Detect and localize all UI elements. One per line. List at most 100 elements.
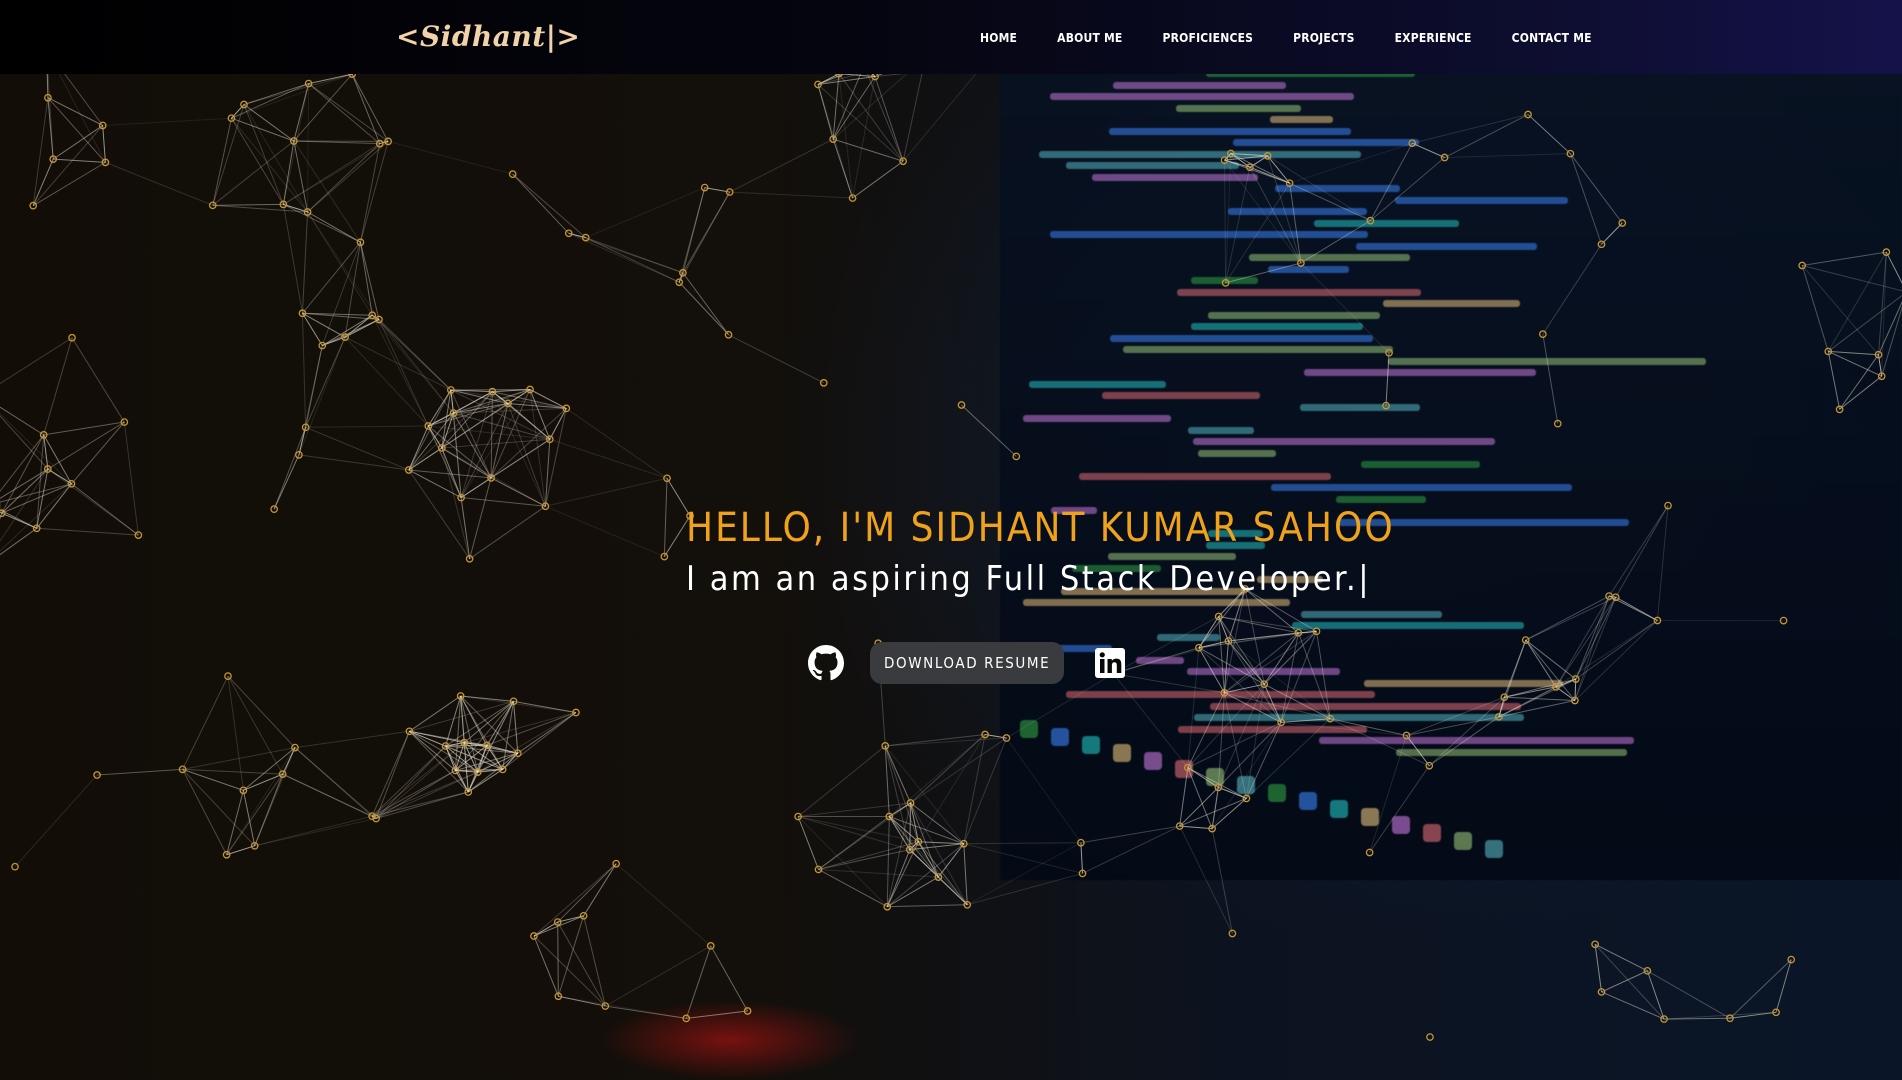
network-link (1211, 828, 1233, 934)
network-link (0, 337, 73, 385)
network-link (344, 242, 361, 338)
network-link (886, 816, 890, 907)
network-link (1827, 251, 1887, 352)
brand-logo[interactable]: <Sidhant|> (396, 20, 580, 53)
network-link (512, 173, 587, 238)
network-link (1187, 767, 1213, 829)
network-link (797, 816, 819, 870)
network-link (243, 73, 353, 106)
network-link (294, 747, 377, 819)
network-link (1594, 943, 1665, 1020)
network-link (886, 876, 939, 908)
network-link (838, 73, 904, 162)
network-link (32, 161, 106, 207)
nav-link-experience[interactable]: EXPERIENCE (1395, 31, 1472, 45)
network-link (678, 191, 731, 283)
network-link (1802, 265, 1902, 292)
network-link (583, 863, 617, 917)
network-link (888, 816, 968, 906)
network-link (231, 73, 353, 119)
network-link (1412, 142, 1445, 158)
network-link (254, 747, 296, 846)
linkedin-icon (1095, 648, 1126, 678)
network-link (557, 921, 606, 1007)
network-link (818, 869, 888, 908)
network-link (227, 676, 244, 791)
network-link (1525, 639, 1577, 680)
network-link (1316, 631, 1331, 719)
network-link (0, 509, 37, 529)
network-link (884, 745, 912, 804)
download-resume-button[interactable]: DOWNLOAD RESUME (870, 642, 1065, 684)
network-link (1601, 991, 1665, 1020)
network-link (902, 64, 984, 162)
network-link (454, 695, 462, 771)
network-link (1406, 735, 1430, 767)
network-link (832, 73, 840, 140)
nav-link-projects[interactable]: PROJECTS (1293, 31, 1354, 45)
nav-link-about-me[interactable]: ABOUT ME (1057, 31, 1122, 45)
network-link (512, 173, 570, 234)
network-link (583, 915, 606, 1007)
network-link (729, 191, 853, 199)
network-link (1228, 632, 1299, 642)
github-link[interactable] (806, 643, 846, 683)
network-link (1369, 765, 1430, 853)
network-link (36, 527, 139, 536)
network-link (226, 790, 244, 855)
network-link (283, 143, 381, 205)
network-link (273, 427, 307, 510)
network-link (1555, 620, 1658, 688)
network-link (301, 211, 309, 314)
nav-links: HOME ABOUT ME PROFICIENCES PROJECTS EXPE… (980, 31, 1632, 45)
network-link (298, 345, 323, 455)
network-link (0, 412, 72, 485)
network-link (729, 138, 834, 193)
network-link (294, 730, 410, 749)
network-link (298, 454, 409, 471)
network-link (1881, 252, 1887, 377)
network-link (36, 483, 72, 529)
network-link (102, 125, 106, 163)
network-link (566, 407, 668, 479)
network-link (464, 712, 577, 744)
network-link (909, 849, 939, 878)
network-link (1246, 718, 1331, 799)
network-link (1112, 673, 1189, 768)
network-link (322, 314, 373, 346)
network-link (453, 412, 492, 479)
nav-link-home[interactable]: HOME (980, 31, 1017, 45)
network-link (371, 314, 454, 414)
network-link (254, 818, 377, 847)
network-link (1801, 265, 1829, 352)
network-node (1787, 955, 1796, 964)
network-link (182, 675, 229, 770)
network-link (47, 468, 72, 485)
network-link (1444, 114, 1529, 158)
network-link (1385, 352, 1390, 406)
network-link (102, 117, 232, 126)
network-link (1428, 696, 1505, 767)
network-link (302, 313, 323, 346)
network-link (1542, 334, 1559, 424)
nav-link-contact-me[interactable]: CONTACT ME (1512, 31, 1592, 45)
network-link (344, 336, 452, 391)
nav-link-proficiences[interactable]: PROFICIENCES (1163, 31, 1254, 45)
network-link (359, 143, 381, 243)
network-link (710, 945, 749, 1012)
linkedin-link[interactable] (1090, 643, 1130, 683)
network-link (1179, 825, 1233, 934)
network-link (1300, 220, 1371, 264)
hero-subtitle: I am an aspiring Full Stack Developer.| (686, 559, 1395, 599)
network-link (1223, 692, 1247, 799)
network-link (351, 73, 381, 144)
network-link (123, 421, 139, 536)
network-link (1179, 787, 1219, 827)
network-link (1601, 222, 1623, 245)
typing-caret: | (1358, 559, 1371, 599)
network-link (97, 768, 183, 776)
network-link (408, 469, 471, 560)
network-link (1615, 505, 1669, 598)
network-link (282, 204, 303, 314)
network-link (1569, 153, 1602, 245)
